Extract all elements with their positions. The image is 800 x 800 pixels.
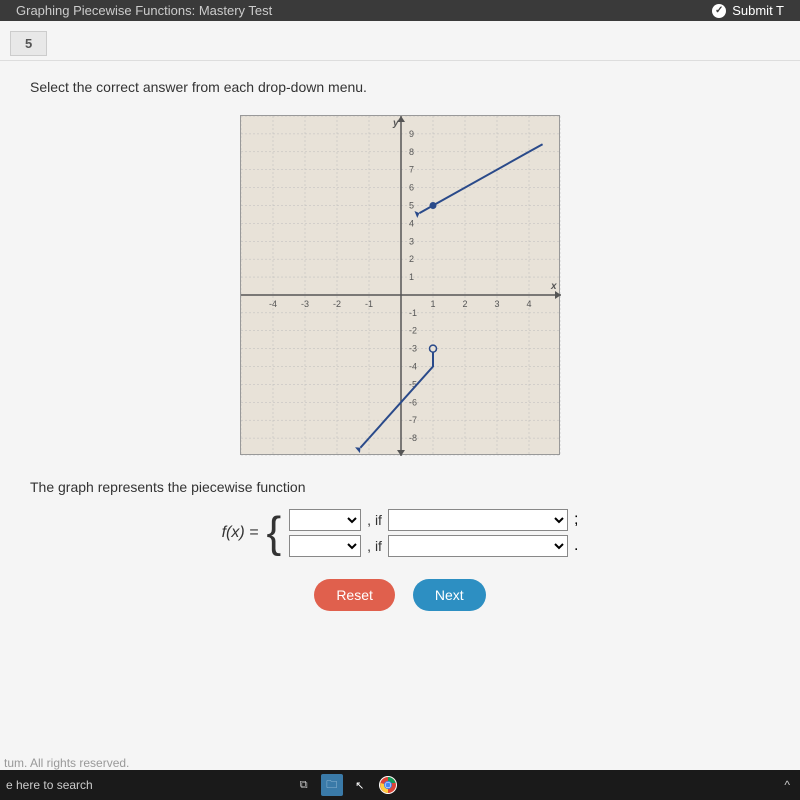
end-punct-2: . (574, 537, 578, 555)
instruction-text: Select the correct answer from each drop… (0, 69, 800, 105)
svg-text:4: 4 (526, 299, 531, 309)
svg-text:3: 3 (409, 236, 414, 246)
piece-row-1: , if ; (289, 509, 578, 531)
svg-text:5: 5 (409, 200, 414, 210)
svg-text:-1: -1 (409, 308, 417, 318)
submit-test-button[interactable]: ✓ Submit T (712, 3, 784, 18)
expression-dropdown-2[interactable] (289, 535, 361, 557)
fx-label: f(x) = (222, 524, 259, 542)
end-punct-1: ; (574, 511, 578, 529)
graph-container: -4-3-2-11234987654321-1-2-3-4-5-6-7-8yx (0, 115, 800, 455)
piece-row-2: , if . (289, 535, 578, 557)
domain-dropdown-1[interactable] (388, 509, 568, 531)
equation-area: f(x) = { , if ; , if . (0, 509, 800, 557)
footer-area: tum. All rights reserved. (0, 756, 129, 770)
chevron-up-icon[interactable]: ^ (784, 778, 790, 792)
svg-text:2: 2 (409, 254, 414, 264)
button-row: Reset Next (0, 579, 800, 611)
svg-text:-8: -8 (409, 433, 417, 443)
domain-dropdown-2[interactable] (388, 535, 568, 557)
svg-text:-2: -2 (409, 326, 417, 336)
submit-label: Submit T (732, 3, 784, 18)
svg-text:1: 1 (409, 272, 414, 282)
svg-text:-4: -4 (269, 299, 277, 309)
divider-line (0, 60, 800, 61)
svg-text:x: x (550, 281, 557, 292)
svg-text:-3: -3 (301, 299, 309, 309)
svg-text:3: 3 (494, 299, 499, 309)
next-button[interactable]: Next (413, 579, 486, 611)
svg-text:-1: -1 (365, 299, 373, 309)
file-explorer-icon[interactable]: 🗀 (321, 774, 343, 796)
prompt-text: The graph represents the piecewise funct… (0, 465, 800, 503)
graph-svg: -4-3-2-11234987654321-1-2-3-4-5-6-7-8yx (241, 116, 561, 456)
svg-text:8: 8 (409, 147, 414, 157)
svg-text:y: y (392, 118, 399, 129)
svg-text:-4: -4 (409, 362, 417, 372)
copyright-text: tum. All rights reserved. (4, 756, 129, 770)
page-title: Graphing Piecewise Functions: Mastery Te… (16, 3, 272, 18)
svg-text:-7: -7 (409, 415, 417, 425)
svg-text:-3: -3 (409, 344, 417, 354)
svg-text:4: 4 (409, 218, 414, 228)
header-bar: Graphing Piecewise Functions: Mastery Te… (0, 0, 800, 21)
svg-text:9: 9 (409, 129, 414, 139)
pieces-column: , if ; , if . (289, 509, 578, 557)
cursor-icon: ↖ (349, 774, 371, 796)
svg-text:7: 7 (409, 165, 414, 175)
svg-text:-6: -6 (409, 397, 417, 407)
if-label-2: , if (367, 538, 382, 554)
piecewise-graph: -4-3-2-11234987654321-1-2-3-4-5-6-7-8yx (240, 115, 560, 455)
if-label-1: , if (367, 512, 382, 528)
svg-text:2: 2 (462, 299, 467, 309)
svg-text:1: 1 (430, 299, 435, 309)
svg-text:-2: -2 (333, 299, 341, 309)
search-hint-text[interactable]: e here to search (0, 778, 93, 792)
taskbar-icons: ⧉ 🗀 ↖ (293, 774, 399, 796)
reset-button[interactable]: Reset (314, 579, 395, 611)
question-number-tab[interactable]: 5 (10, 31, 47, 56)
expression-dropdown-1[interactable] (289, 509, 361, 531)
task-view-icon[interactable]: ⧉ (293, 774, 315, 796)
brace-icon: { (266, 511, 281, 555)
taskbar: e here to search ⧉ 🗀 ↖ ^ (0, 770, 800, 800)
check-icon: ✓ (712, 4, 726, 18)
svg-text:6: 6 (409, 183, 414, 193)
chrome-icon[interactable] (377, 774, 399, 796)
